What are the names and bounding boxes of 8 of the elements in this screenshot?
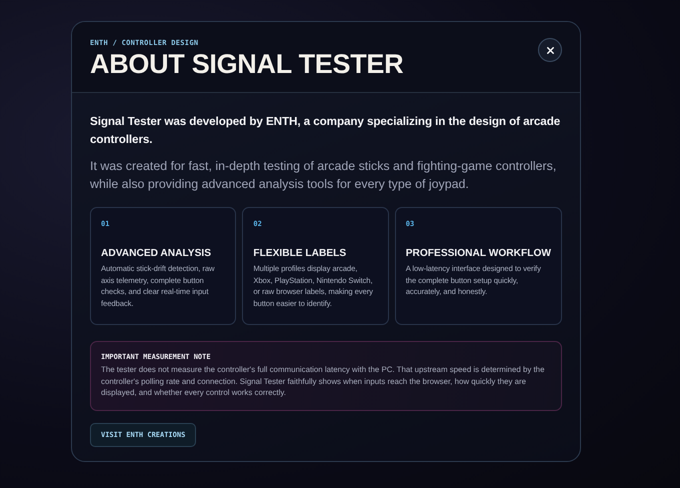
close-icon — [544, 44, 556, 56]
card-title: ADVANCED ANALYSIS — [101, 248, 212, 259]
card-title: PROFESSIONAL WORKFLOW — [406, 248, 551, 259]
intro-text: Signal Tester was developed by ENTH, a company specializing in the design of arcade controllers. — [90, 114, 562, 148]
dialog-title: ABOUT SIGNAL TESTER — [90, 48, 404, 80]
description-text: It was created for fast, in-depth testing of arcade sticks and fighting-game controllers, while also providing advanced analysis tools for every type of joypad. — [90, 158, 558, 193]
close-button[interactable] — [538, 38, 562, 62]
card-title: FLEXIBLE LABELS — [253, 248, 348, 259]
